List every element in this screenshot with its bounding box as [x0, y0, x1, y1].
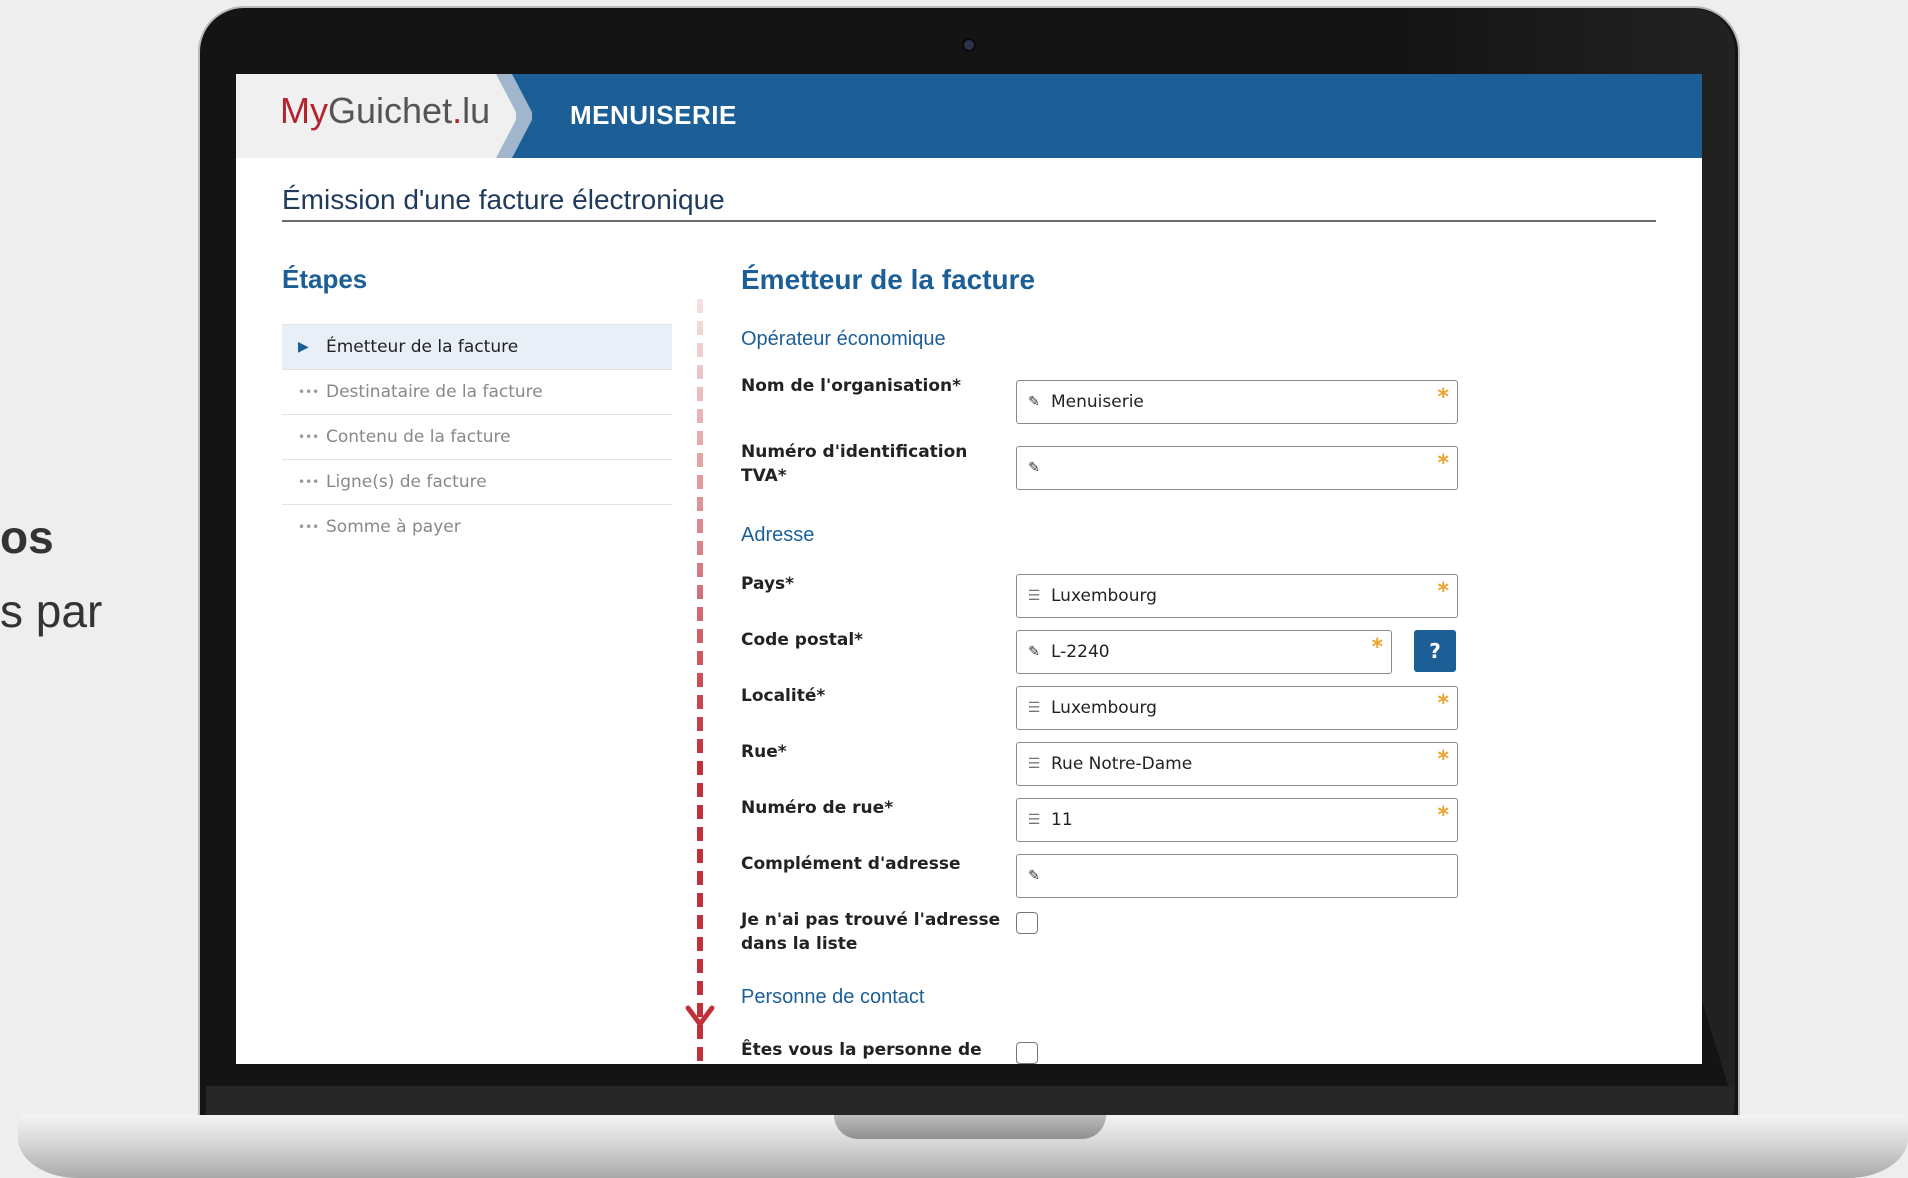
- step-label: Destinataire de la facture: [326, 382, 543, 402]
- camera-icon: [962, 38, 976, 52]
- screen: MyGuichet.lu MENUISERIE Émission d'une f…: [236, 74, 1702, 1064]
- address-complement-field[interactable]: ✎: [1016, 854, 1458, 898]
- subheading-address: Adresse: [741, 524, 815, 546]
- step-label: Ligne(s) de facture: [326, 472, 487, 492]
- label-complement: Complément d'adresse: [741, 854, 961, 874]
- side-text: s par: [0, 585, 103, 637]
- help-button[interactable]: ?: [1414, 630, 1456, 672]
- street-value: Rue Notre-Dame: [1051, 754, 1193, 774]
- locality-value: Luxembourg: [1051, 698, 1157, 718]
- required-icon: *: [1437, 451, 1449, 476]
- logo-my: My: [280, 90, 328, 131]
- country-field[interactable]: ☰ Luxembourg *: [1016, 574, 1458, 618]
- steps-list: ▶ Émetteur de la facture ••• Destinatair…: [282, 324, 672, 549]
- label-street: Rue*: [741, 742, 787, 762]
- caret-right-icon: ▶: [298, 339, 309, 355]
- subheading-contact: Personne de contact: [741, 986, 925, 1008]
- subheading-operator: Opérateur économique: [741, 328, 946, 350]
- laptop-bottom-strip: [206, 1086, 1734, 1118]
- logo-guichet: Guichet: [328, 90, 453, 131]
- label-is-contact: Êtes vous la personne de: [741, 1040, 982, 1060]
- arrow-down-icon: [685, 1005, 715, 1027]
- label-country: Pays*: [741, 574, 795, 594]
- pencil-icon: ✎: [1028, 868, 1040, 884]
- address-not-found-checkbox[interactable]: [1016, 912, 1038, 934]
- label-postal: Code postal*: [741, 630, 864, 650]
- is-contact-checkbox[interactable]: [1016, 1042, 1038, 1064]
- ellipsis-icon: •••: [298, 475, 320, 489]
- vat-field[interactable]: ✎ *: [1016, 446, 1458, 490]
- step-item-contenu[interactable]: ••• Contenu de la facture: [282, 414, 672, 459]
- postal-code-value: L-2240: [1051, 642, 1110, 662]
- side-text-bold: os: [0, 511, 54, 563]
- label-locality: Localité*: [741, 686, 826, 706]
- label-vat: Numéro d'identification TVA*: [741, 442, 968, 486]
- logo-dot: .: [452, 90, 463, 131]
- service-name: MENUISERIE: [570, 100, 737, 130]
- step-item-somme[interactable]: ••• Somme à payer: [282, 504, 672, 549]
- label-org-name: Nom de l'organisation*: [741, 376, 962, 396]
- step-label: Contenu de la facture: [326, 427, 511, 447]
- pencil-icon: ✎: [1028, 644, 1040, 660]
- laptop-notch: [834, 1115, 1106, 1139]
- page-title: Émission d'une facture électronique: [282, 184, 725, 215]
- section-title: Émetteur de la facture: [741, 264, 1036, 295]
- steps-title: Étapes: [282, 264, 368, 294]
- required-icon: *: [1371, 635, 1383, 660]
- street-field[interactable]: ☰ Rue Notre-Dame *: [1016, 742, 1458, 786]
- required-icon: *: [1437, 579, 1449, 604]
- logo-tld: lu: [462, 90, 491, 131]
- label-street-number: Numéro de rue*: [741, 798, 894, 818]
- country-value: Luxembourg: [1051, 586, 1157, 606]
- required-icon: *: [1437, 691, 1449, 716]
- locality-field[interactable]: ☰ Luxembourg *: [1016, 686, 1458, 730]
- step-item-lignes[interactable]: ••• Ligne(s) de facture: [282, 459, 672, 504]
- top-bar: MyGuichet.lu MENUISERIE: [236, 74, 1702, 158]
- required-icon: *: [1437, 803, 1449, 828]
- scroll-indicator-line: [697, 299, 703, 1064]
- list-icon: ☰: [1027, 756, 1041, 772]
- step-label: Somme à payer: [326, 517, 461, 537]
- ellipsis-icon: •••: [298, 430, 320, 444]
- logo[interactable]: MyGuichet.lu: [280, 90, 490, 132]
- title-divider: [282, 220, 1656, 222]
- list-icon: ☰: [1027, 700, 1041, 716]
- label-address-not-found: Je n'ai pas trouvé l'adresse dans la lis…: [741, 910, 1001, 954]
- ellipsis-icon: •••: [298, 520, 320, 534]
- step-item-destinataire[interactable]: ••• Destinataire de la facture: [282, 369, 672, 414]
- required-icon: *: [1437, 385, 1449, 410]
- pencil-icon: ✎: [1028, 394, 1040, 410]
- street-number-field[interactable]: ☰ 11 *: [1016, 798, 1458, 842]
- list-icon: ☰: [1027, 588, 1041, 604]
- org-name-value: Menuiserie: [1051, 392, 1144, 412]
- step-item-emetteur[interactable]: ▶ Émetteur de la facture: [282, 324, 672, 369]
- org-name-field[interactable]: ✎ Menuiserie *: [1016, 380, 1458, 424]
- required-icon: *: [1437, 747, 1449, 772]
- ellipsis-icon: •••: [298, 385, 320, 399]
- pencil-icon: ✎: [1028, 460, 1040, 476]
- postal-code-field[interactable]: ✎ L-2240 *: [1016, 630, 1392, 674]
- step-label: Émetteur de la facture: [326, 337, 519, 357]
- list-icon: ☰: [1027, 812, 1041, 828]
- street-number-value: 11: [1051, 810, 1073, 830]
